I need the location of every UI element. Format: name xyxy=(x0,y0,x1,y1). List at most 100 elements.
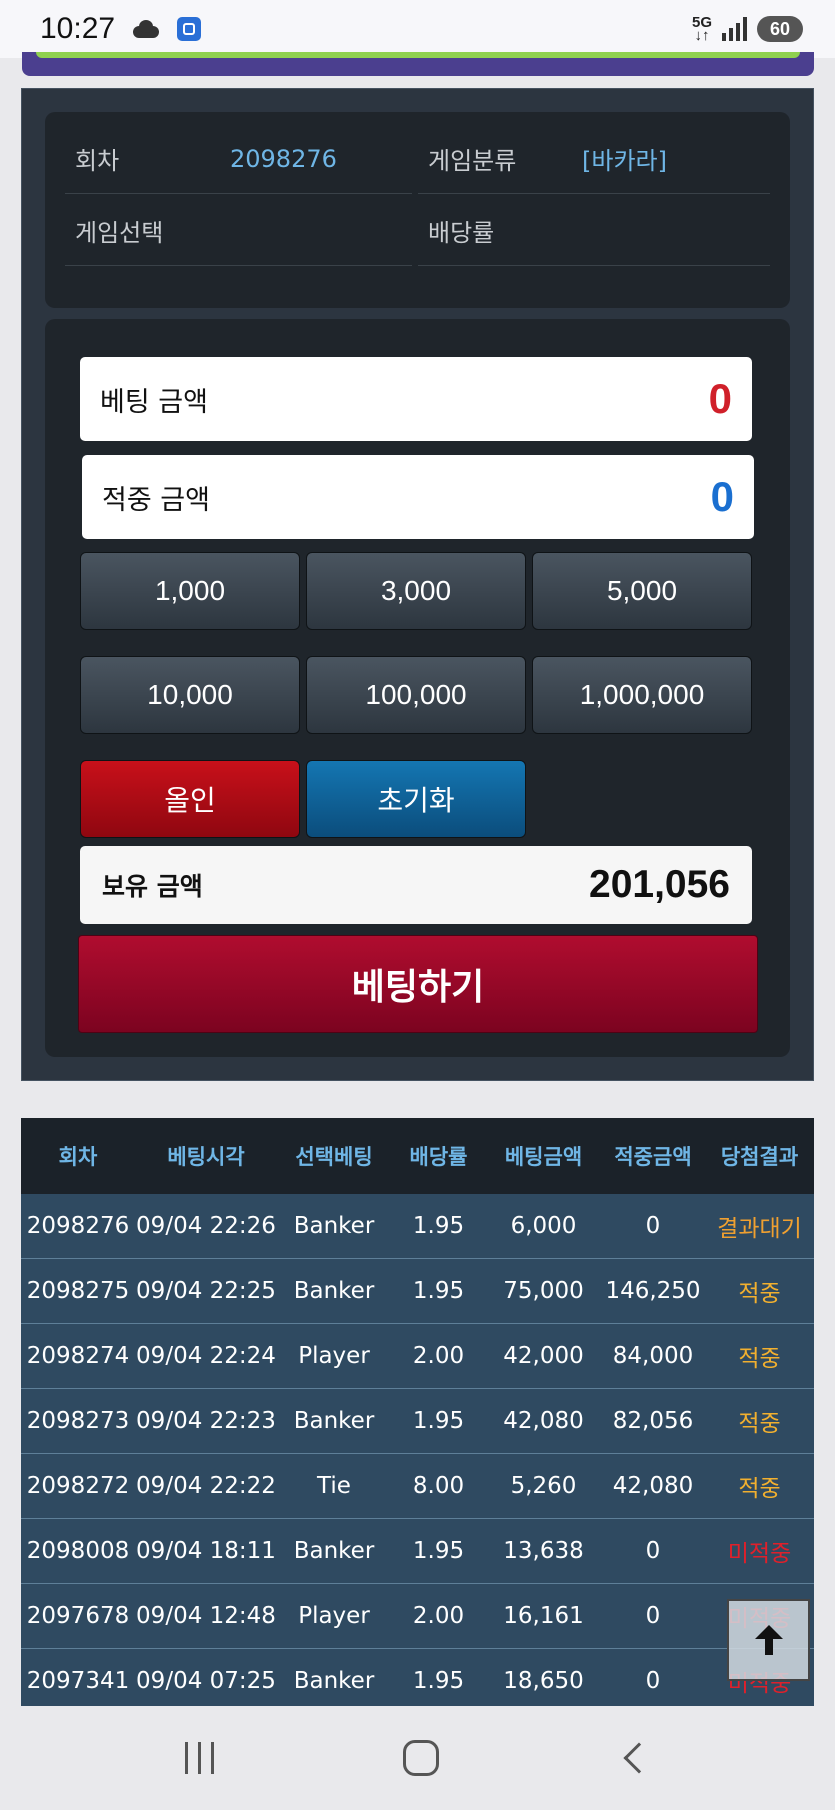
cell-win-amount: 0 xyxy=(645,1213,661,1239)
cell-bet-amount: 13,638 xyxy=(503,1538,584,1564)
chip-3000-button[interactable]: 3,000 xyxy=(306,552,526,630)
cell-round: 2097341 xyxy=(26,1668,130,1694)
cell-odds: 1.95 xyxy=(412,1668,465,1694)
cell-time: 09/04 22:24 xyxy=(136,1343,276,1369)
cell-time: 09/04 22:26 xyxy=(136,1213,276,1239)
cell-win-amount: 0 xyxy=(645,1603,661,1629)
status-bar: 10:27 5G ↓↑ 60 xyxy=(0,0,835,58)
arrow-up-icon xyxy=(754,1625,784,1655)
cell-odds: 2.00 xyxy=(412,1343,465,1369)
header-bet-amount: 베팅금액 xyxy=(504,1145,583,1169)
holding-label: 보유 금액 xyxy=(102,872,203,901)
home-icon[interactable] xyxy=(402,1740,439,1776)
status-right: 5G ↓↑ 60 xyxy=(691,14,803,43)
cell-odds: 1.95 xyxy=(412,1278,465,1304)
cell-round: 2098275 xyxy=(26,1278,130,1304)
cell-odds: 1.95 xyxy=(412,1213,465,1239)
system-nav-bar xyxy=(0,1706,835,1810)
cell-selection: Player xyxy=(298,1603,370,1629)
cell-bet-amount: 42,000 xyxy=(503,1343,584,1369)
cell-time: 09/04 22:25 xyxy=(136,1278,276,1304)
cell-result: 적중 xyxy=(738,1411,781,1437)
odds-label: 배당률 xyxy=(428,219,495,247)
bet-amount-value: 0 xyxy=(708,375,732,422)
bet-amount-label: 베팅 금액 xyxy=(100,386,208,418)
chip-1000000-button[interactable]: 1,000,000 xyxy=(532,656,752,734)
cell-time: 09/04 07:25 xyxy=(136,1668,276,1694)
chip-10000-button[interactable]: 10,000 xyxy=(80,656,300,734)
cell-round: 2098008 xyxy=(26,1538,130,1564)
cell-round: 2098273 xyxy=(26,1408,130,1434)
header-result: 당첨결과 xyxy=(720,1145,799,1169)
betting-panel: 회차 2098276 게임분류 [바카라] 게임선택 배당률 베팅 금액 0 적… xyxy=(21,88,814,1081)
bet-amount-box: 베팅 금액 0 xyxy=(80,357,752,441)
odds-cell: 배당률 xyxy=(418,196,770,266)
chip-1000-button[interactable]: 1,000 xyxy=(80,552,300,630)
cell-time: 09/04 18:11 xyxy=(136,1538,276,1564)
cell-bet-amount: 75,000 xyxy=(503,1278,584,1304)
cell-bet-amount: 5,260 xyxy=(510,1473,577,1499)
table-row: 2098275 09/04 22:25 Banker 1.95 75,000 146,25… xyxy=(21,1259,814,1324)
table-row: 2098276 09/04 22:26 Banker 1.95 6,000 0 결과대기 xyxy=(21,1194,814,1259)
cell-odds: 1.95 xyxy=(412,1408,465,1434)
cell-round: 2098276 xyxy=(26,1213,130,1239)
top-band xyxy=(22,52,814,76)
table-row: 2097341 09/04 07:25 Banker 1.95 18,650 0 미적중 xyxy=(21,1649,814,1706)
cell-result: 적중 xyxy=(738,1476,781,1502)
bet-card: 베팅 금액 0 적중 금액 0 1,000 3,000 5,000 10,000… xyxy=(45,319,790,1057)
selection-cell: 게임선택 xyxy=(65,196,412,266)
cell-bet-amount: 6,000 xyxy=(510,1213,577,1239)
category-label: 게임분류 xyxy=(428,147,517,175)
cell-odds: 2.00 xyxy=(412,1603,465,1629)
app-icon xyxy=(177,17,202,41)
all-in-button[interactable]: 올인 xyxy=(80,760,300,838)
cloud-icon xyxy=(131,20,161,38)
table-body: 2098276 09/04 22:26 Banker 1.95 6,000 0 결과대기 20… xyxy=(21,1194,814,1706)
network-text: 5G xyxy=(691,14,712,31)
status-time: 10:27 xyxy=(40,12,116,45)
cell-round: 2098274 xyxy=(26,1343,130,1369)
win-amount-value: 0 xyxy=(710,473,734,520)
win-amount-label: 적중 금액 xyxy=(102,484,210,516)
table-header: 회차 베팅시각 선택베팅 배당률 베팅금액 적중금액 당첨결과 xyxy=(21,1118,814,1194)
header-win-amount: 적중금액 xyxy=(614,1145,692,1169)
cell-odds: 1.95 xyxy=(412,1538,465,1564)
round-value: 2098276 xyxy=(230,144,337,173)
place-bet-button[interactable]: 베팅하기 xyxy=(78,935,758,1033)
category-cell: 게임분류 [바카라] xyxy=(418,124,770,194)
round-label: 회차 xyxy=(75,147,120,175)
reset-button[interactable]: 초기화 xyxy=(306,760,526,838)
cell-time: 09/04 22:23 xyxy=(136,1408,276,1434)
cell-win-amount: 0 xyxy=(645,1668,661,1694)
cell-win-amount: 42,080 xyxy=(612,1473,694,1499)
cell-bet-amount: 16,161 xyxy=(503,1603,584,1629)
cell-bet-amount: 18,650 xyxy=(503,1668,584,1694)
back-icon[interactable] xyxy=(623,1742,655,1774)
category-value: [바카라] xyxy=(582,147,667,175)
game-info-card: 회차 2098276 게임분류 [바카라] 게임선택 배당률 xyxy=(45,112,790,308)
cell-round: 2097678 xyxy=(26,1603,130,1629)
cell-result: 미적중 xyxy=(727,1541,792,1567)
cell-selection: Tie xyxy=(317,1473,351,1499)
cell-result: 결과대기 xyxy=(717,1216,802,1242)
table-row: 209767809/04 12:48Player2.0016,1610미적중 xyxy=(21,1584,814,1649)
table-row: 2098272 09/04 22:22 Tie 8.00 5,260 42,080 적중 xyxy=(21,1454,814,1519)
cell-result: 적중 xyxy=(738,1346,781,1372)
cell-result: 적중 xyxy=(738,1281,781,1307)
signal-icon xyxy=(722,17,747,41)
chip-5000-button[interactable]: 5,000 xyxy=(532,552,752,630)
cell-round: 2098272 xyxy=(26,1473,130,1499)
cell-time: 09/04 12:48 xyxy=(136,1603,276,1629)
cell-selection: Banker xyxy=(293,1213,375,1239)
cell-bet-amount: 42,080 xyxy=(503,1408,584,1434)
selection-label: 게임선택 xyxy=(75,219,164,247)
chip-100000-button[interactable]: 100,000 xyxy=(306,656,526,734)
cell-win-amount: 146,250 xyxy=(605,1278,701,1304)
round-cell: 회차 2098276 xyxy=(65,124,412,194)
recent-apps-icon[interactable] xyxy=(184,1742,214,1774)
cell-win-amount: 82,056 xyxy=(612,1408,694,1434)
scroll-top-button[interactable] xyxy=(727,1599,810,1681)
cell-win-amount: 0 xyxy=(645,1538,661,1564)
cell-selection: Banker xyxy=(293,1278,375,1304)
win-amount-box: 적중 금액 0 xyxy=(82,455,754,539)
